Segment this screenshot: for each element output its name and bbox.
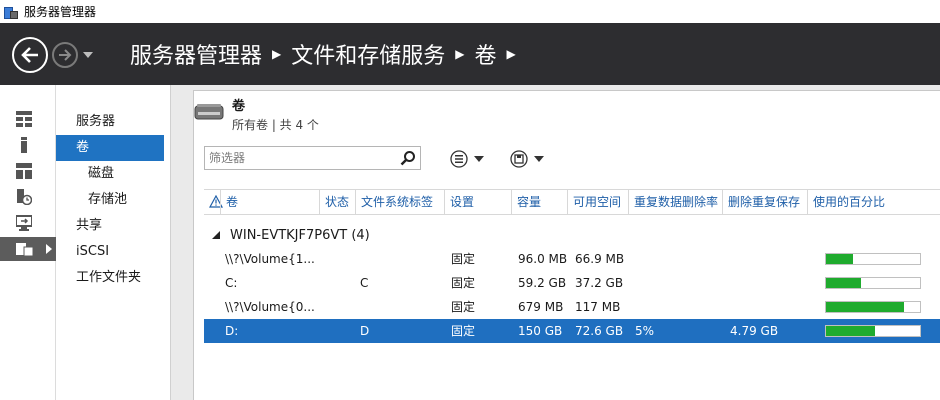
column-header-capacity[interactable]: 容量 [511, 190, 568, 214]
percent-used-fill [826, 326, 875, 336]
cell-capacity: 150 GB [518, 324, 563, 338]
file-storage-icon [16, 243, 34, 257]
server-manager-app-icon [4, 5, 18, 19]
remote-desktop-icon [16, 215, 32, 231]
cell-dedup-rate: 5% [635, 324, 655, 338]
cell-capacity: 96.0 MB [518, 252, 568, 266]
breadcrumb-item-volumes[interactable]: 卷 [475, 38, 497, 70]
column-header-dedup-rate[interactable]: 重复数据删除率 [628, 190, 723, 214]
column-header-fs-label[interactable]: 文件系统标签 [355, 190, 445, 214]
rail-item-local-server[interactable] [0, 133, 56, 157]
percent-used-fill [826, 278, 861, 288]
column-header-percent-used[interactable]: 使用的百分比 [807, 190, 907, 214]
server-group-header[interactable]: WIN-EVTKJF7P6VT (4) [204, 224, 370, 246]
column-header-provisioning[interactable]: 设置 [444, 190, 511, 214]
cell-free-space: 72.6 GB [575, 324, 624, 338]
breadcrumb-item-file-storage[interactable]: 文件和存储服务 [291, 38, 445, 70]
breadcrumb-separator-icon: ▶ [506, 47, 516, 61]
filter-box [204, 146, 421, 170]
table-row[interactable]: \\?\Volume{1... 固定 96.0 MB 66.9 MB [204, 247, 940, 271]
column-header-free-space[interactable]: 可用空间 [567, 190, 629, 214]
table-row[interactable]: \\?\Volume{0... 固定 679 MB 117 MB [204, 295, 940, 319]
nav-item-work-folders[interactable]: 工作文件夹 [56, 265, 170, 291]
percent-used-bar [825, 253, 921, 265]
save-icon [510, 150, 528, 168]
back-button[interactable] [12, 37, 48, 73]
local-server-icon [21, 137, 27, 153]
cell-free-space: 37.2 GB [575, 276, 624, 290]
rail-item-file-storage[interactable] [0, 237, 56, 261]
header-bar: 服务器管理器 ▶ 文件和存储服务 ▶ 卷 ▶ [0, 23, 940, 85]
percent-used-fill [826, 254, 854, 264]
cell-volume: \\?\Volume{0... [225, 300, 315, 314]
cell-fs-label: D [360, 324, 370, 338]
cell-dedup-saved: 4.79 GB [730, 324, 779, 338]
nav-item-iscsi[interactable]: iSCSI [56, 239, 170, 265]
cell-provisioning: 固定 [451, 252, 476, 266]
server-group-label: WIN-EVTKJF7P6VT (4) [230, 227, 370, 243]
volume-drive-icon [194, 104, 224, 120]
breadcrumb-item-server-manager[interactable]: 服务器管理器 [130, 38, 262, 70]
column-header-volume[interactable]: 卷 [220, 190, 320, 214]
panel-title: 卷 [232, 99, 246, 114]
forward-button[interactable] [52, 42, 78, 68]
window-title: 服务器管理器 [24, 5, 97, 19]
cell-fs-label: C [360, 276, 369, 290]
list-options-button[interactable] [450, 150, 484, 168]
breadcrumb: 服务器管理器 ▶ 文件和存储服务 ▶ 卷 ▶ [130, 39, 526, 69]
table-row[interactable]: C: C 固定 59.2 GB 37.2 GB [204, 271, 940, 295]
cell-volume: D: [225, 324, 239, 338]
cell-free-space: 117 MB [575, 300, 621, 314]
list-options-icon [450, 150, 468, 168]
icon-rail [0, 85, 56, 400]
cell-free-space: 66.9 MB [575, 252, 625, 266]
all-servers-icon [16, 163, 32, 179]
rail-item-dashboard[interactable] [0, 107, 56, 131]
percent-used-bar [825, 325, 921, 337]
rail-item-remote-desktop[interactable] [0, 211, 56, 235]
arrow-left-icon [21, 47, 38, 63]
nav-item-volumes[interactable]: 卷 [56, 135, 164, 161]
breadcrumb-separator-icon: ▶ [272, 47, 282, 61]
nav-item-shares[interactable]: 共享 [56, 213, 170, 239]
nav-item-disks[interactable]: 磁盘 [56, 161, 170, 187]
cell-capacity: 59.2 GB [518, 276, 567, 290]
cell-provisioning: 固定 [451, 276, 476, 290]
table-row-selected[interactable]: D: D 固定 150 GB 72.6 GB 5% 4.79 GB [204, 319, 940, 343]
volumes-panel: 卷 所有卷 | 共 4 个 卷 状态 文件系统标签 设置 容量 可用空间 重复数… [193, 90, 940, 400]
column-header-status[interactable]: 状态 [319, 190, 356, 214]
filter-input[interactable] [205, 147, 385, 169]
dashboard-icon [16, 111, 32, 127]
window-titlebar: 服务器管理器 [0, 0, 940, 23]
cell-provisioning: 固定 [451, 300, 476, 314]
history-dropdown-button[interactable] [82, 49, 94, 61]
file-services-icon [17, 189, 32, 205]
save-query-button[interactable] [510, 150, 544, 168]
cell-volume: C: [225, 276, 238, 290]
collapse-triangle-icon [212, 231, 220, 239]
percent-used-bar [825, 277, 921, 289]
chevron-down-icon [83, 52, 93, 58]
percent-used-fill [826, 302, 905, 312]
table-header: 卷 状态 文件系统标签 设置 容量 可用空间 重复数据删除率 删除重复保存 使用… [204, 189, 940, 215]
chevron-down-icon [474, 156, 484, 162]
main-content: 卷 所有卷 | 共 4 个 卷 状态 文件系统标签 设置 容量 可用空间 重复数… [171, 85, 940, 400]
column-header-dedup-saved[interactable]: 删除重复保存 [722, 190, 808, 214]
secondary-nav: 服务器 卷 磁盘 存储池 共享 iSCSI 工作文件夹 [56, 85, 171, 400]
cell-capacity: 679 MB [518, 300, 564, 314]
panel-subtitle: 所有卷 | 共 4 个 [232, 118, 319, 132]
chevron-right-icon [46, 244, 52, 254]
nav-item-storage-pools[interactable]: 存储池 [56, 187, 170, 213]
cell-provisioning: 固定 [451, 324, 476, 338]
chevron-down-icon [534, 156, 544, 162]
arrow-right-icon [59, 49, 72, 61]
nav-item-servers[interactable]: 服务器 [56, 109, 170, 135]
cell-volume: \\?\Volume{1... [225, 252, 315, 266]
search-icon[interactable] [400, 150, 416, 166]
rail-item-all-servers[interactable] [0, 159, 56, 183]
rail-item-file-services[interactable] [0, 185, 56, 209]
percent-used-bar [825, 301, 921, 313]
breadcrumb-separator-icon: ▶ [455, 47, 465, 61]
